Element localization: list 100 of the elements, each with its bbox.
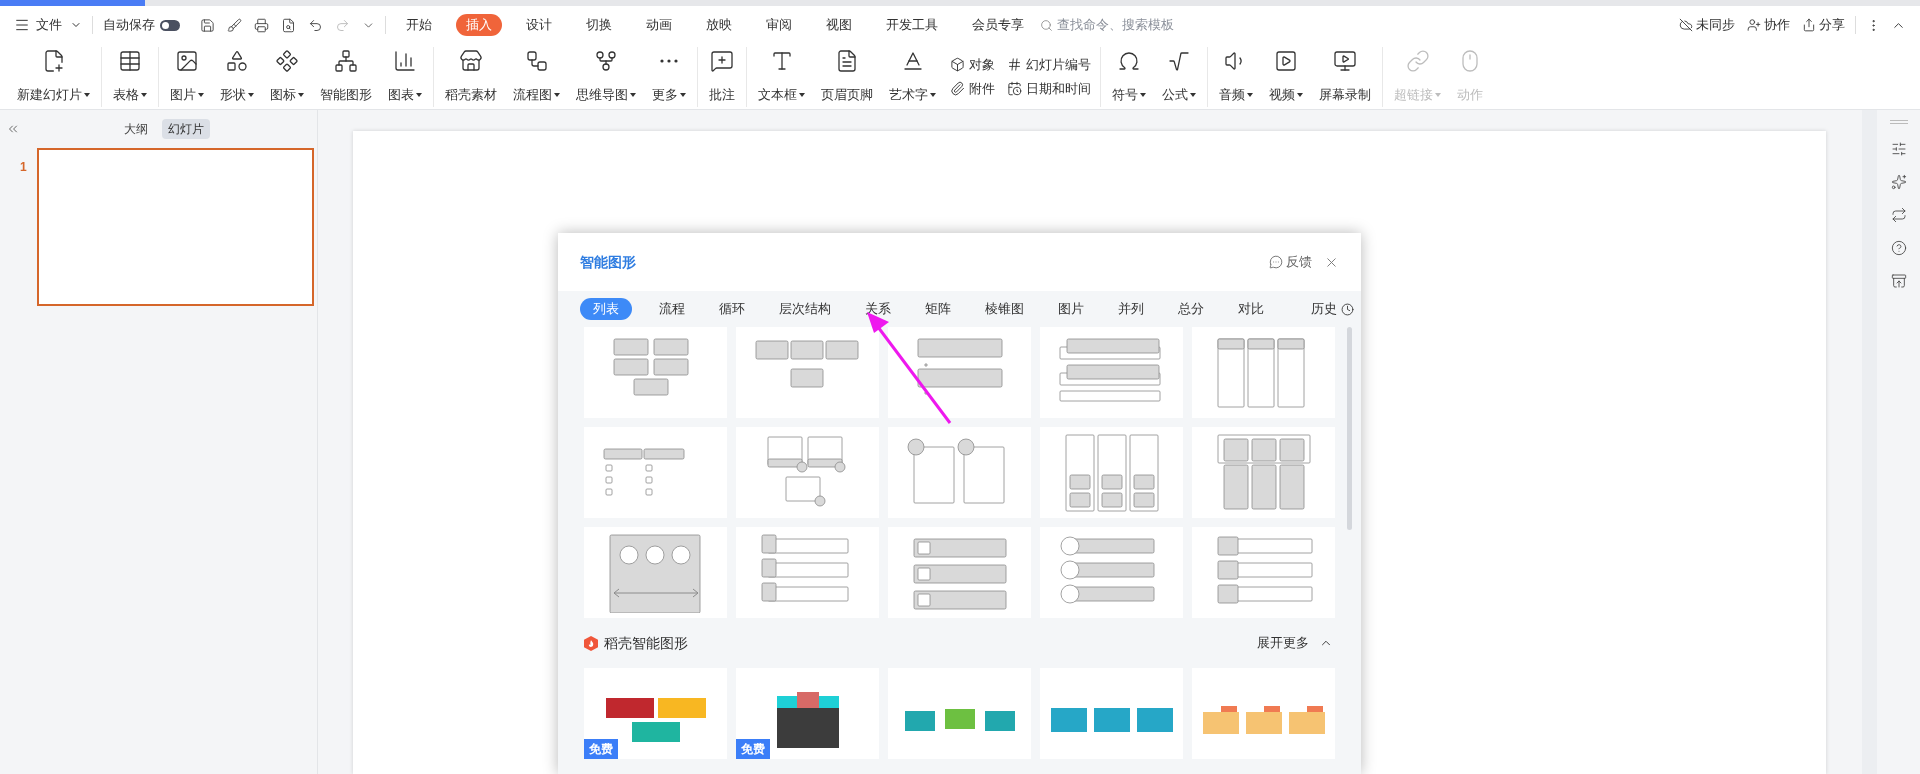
archive-icon[interactable] bbox=[1890, 273, 1907, 289]
template-card[interactable] bbox=[736, 427, 879, 518]
template-card[interactable] bbox=[888, 668, 1031, 759]
template-card[interactable] bbox=[888, 327, 1031, 418]
action-button[interactable]: 未同步 bbox=[1679, 15, 1735, 35]
ribbon-tab[interactable]: 开始 bbox=[396, 14, 442, 36]
sliders-icon[interactable] bbox=[1890, 141, 1907, 157]
free-badge: 免费 bbox=[584, 739, 618, 759]
ribbon-button[interactable]: 思维导图 bbox=[570, 48, 642, 105]
panel-tab[interactable]: 幻灯片 bbox=[162, 119, 210, 139]
category-tab[interactable]: 总分 bbox=[1165, 298, 1217, 320]
ribbon-button[interactable]: 对象 bbox=[946, 52, 999, 77]
scrollbar-thumb[interactable] bbox=[1347, 327, 1352, 530]
search-icon bbox=[1040, 18, 1053, 32]
template-card[interactable] bbox=[584, 427, 727, 518]
ribbon-tab[interactable]: 视图 bbox=[816, 14, 862, 36]
ribbon-button[interactable]: 公式 bbox=[1156, 48, 1202, 105]
ribbon-button[interactable]: 智能图形 bbox=[314, 48, 378, 105]
file-menu[interactable]: 文件 bbox=[36, 15, 82, 35]
template-card[interactable] bbox=[736, 327, 879, 418]
ribbon-button[interactable]: 图片 bbox=[164, 48, 210, 105]
category-tab[interactable]: 循环 bbox=[706, 298, 758, 320]
ribbon-button[interactable]: 新建幻灯片 bbox=[11, 48, 96, 105]
action-button[interactable]: 协作 bbox=[1747, 15, 1790, 35]
template-card[interactable] bbox=[1192, 427, 1335, 518]
ribbon-button[interactable]: 图标 bbox=[264, 48, 310, 105]
template-card[interactable] bbox=[584, 327, 727, 418]
ribbon-button[interactable]: 稻壳素材 bbox=[439, 48, 503, 105]
chat-icon bbox=[1269, 255, 1283, 269]
category-tab[interactable]: 并列 bbox=[1105, 298, 1157, 320]
template-card[interactable] bbox=[584, 527, 727, 618]
feedback-button[interactable]: 反馈 bbox=[1269, 252, 1312, 272]
ribbon-tab[interactable]: 审阅 bbox=[756, 14, 802, 36]
ribbon-button[interactable]: 日期和时间 bbox=[1003, 76, 1095, 101]
template-card[interactable] bbox=[1192, 527, 1335, 618]
help-icon[interactable] bbox=[1890, 240, 1907, 256]
template-card[interactable] bbox=[1040, 427, 1183, 518]
template-card[interactable] bbox=[1040, 668, 1183, 759]
ribbon-tab[interactable]: 设计 bbox=[516, 14, 562, 36]
category-tab[interactable]: 矩阵 bbox=[912, 298, 964, 320]
ribbon-button[interactable]: 幻灯片编号 bbox=[1003, 52, 1095, 77]
category-tab[interactable]: 关系 bbox=[852, 298, 904, 320]
ribbon-button[interactable]: 符号 bbox=[1106, 48, 1152, 105]
template-card[interactable] bbox=[888, 427, 1031, 518]
category-tab[interactable]: 流程 bbox=[646, 298, 698, 320]
ribbon-button[interactable]: 音频 bbox=[1213, 48, 1259, 105]
ribbon-button[interactable]: 页眉页脚 bbox=[815, 48, 879, 105]
print-preview-icon[interactable] bbox=[281, 17, 296, 33]
ribbon-tab[interactable]: 放映 bbox=[696, 14, 742, 36]
star-icon[interactable] bbox=[1890, 174, 1907, 190]
user-plus-icon bbox=[1747, 18, 1761, 32]
ribbon-button[interactable]: 更多 bbox=[646, 48, 692, 105]
category-tab[interactable]: 棱锥图 bbox=[972, 298, 1037, 320]
logo-icon bbox=[584, 635, 598, 651]
ribbon-button[interactable]: 屏幕录制 bbox=[1313, 48, 1377, 105]
ribbon-button[interactable]: 流程图 bbox=[507, 48, 566, 105]
switch-icon[interactable] bbox=[1890, 207, 1907, 223]
template-card[interactable]: 免费 bbox=[584, 668, 727, 759]
clock-icon bbox=[1341, 302, 1354, 316]
undo-icon[interactable] bbox=[308, 17, 323, 33]
dialog-title: 智能图形 bbox=[580, 252, 636, 272]
ribbon-button[interactable]: 表格 bbox=[107, 48, 153, 105]
template-card[interactable]: 免费 bbox=[736, 668, 879, 759]
category-tab[interactable]: 层次结构 bbox=[766, 298, 844, 320]
collapse-panel-icon[interactable] bbox=[6, 122, 20, 136]
ribbon-button[interactable]: 图表 bbox=[382, 48, 428, 105]
panel-tab[interactable]: 大纲 bbox=[118, 119, 154, 139]
slide-thumbnail[interactable] bbox=[36, 148, 314, 306]
ribbon-tab[interactable]: 动画 bbox=[636, 14, 682, 36]
ribbon-tab[interactable]: 开发工具 bbox=[876, 14, 948, 36]
scrollbar-track[interactable] bbox=[1862, 110, 1877, 774]
ribbon-tab[interactable]: 切换 bbox=[576, 14, 622, 36]
format-painter-icon[interactable] bbox=[227, 17, 242, 33]
template-card[interactable] bbox=[1192, 327, 1335, 418]
template-card[interactable] bbox=[1040, 527, 1183, 618]
ribbon-button[interactable]: 艺术字 bbox=[883, 48, 942, 105]
action-button[interactable]: 分享 bbox=[1802, 15, 1845, 35]
menu-icon[interactable] bbox=[14, 17, 30, 33]
mind-map-icon bbox=[594, 48, 618, 73]
ribbon-button[interactable]: 文本框 bbox=[752, 48, 811, 105]
ribbon-button[interactable]: 附件 bbox=[946, 76, 999, 101]
category-tab[interactable]: 对比 bbox=[1225, 298, 1277, 320]
expand-more-button[interactable]: 展开更多 bbox=[1257, 633, 1333, 653]
category-tab[interactable]: 图片 bbox=[1045, 298, 1097, 320]
history-button[interactable]: 历史 bbox=[1311, 299, 1354, 319]
more-icon bbox=[660, 58, 678, 63]
ribbon-button[interactable]: 视频 bbox=[1263, 48, 1309, 105]
autosave-toggle[interactable] bbox=[160, 19, 180, 31]
ribbon-tab[interactable]: 会员专享 bbox=[962, 14, 1034, 36]
image-icon bbox=[175, 48, 199, 73]
template-card[interactable] bbox=[1040, 327, 1183, 418]
printer-icon[interactable] bbox=[254, 17, 269, 33]
ribbon-button[interactable]: 形状 bbox=[214, 48, 260, 105]
template-card[interactable] bbox=[736, 527, 879, 618]
search-field[interactable]: 查找命令、搜索模板 bbox=[1040, 15, 1197, 35]
template-card[interactable] bbox=[1192, 668, 1335, 759]
save-icon[interactable] bbox=[200, 17, 215, 33]
ribbon-button[interactable]: 批注 bbox=[703, 48, 741, 105]
template-card[interactable] bbox=[888, 527, 1031, 618]
redo-icon[interactable] bbox=[335, 17, 350, 33]
